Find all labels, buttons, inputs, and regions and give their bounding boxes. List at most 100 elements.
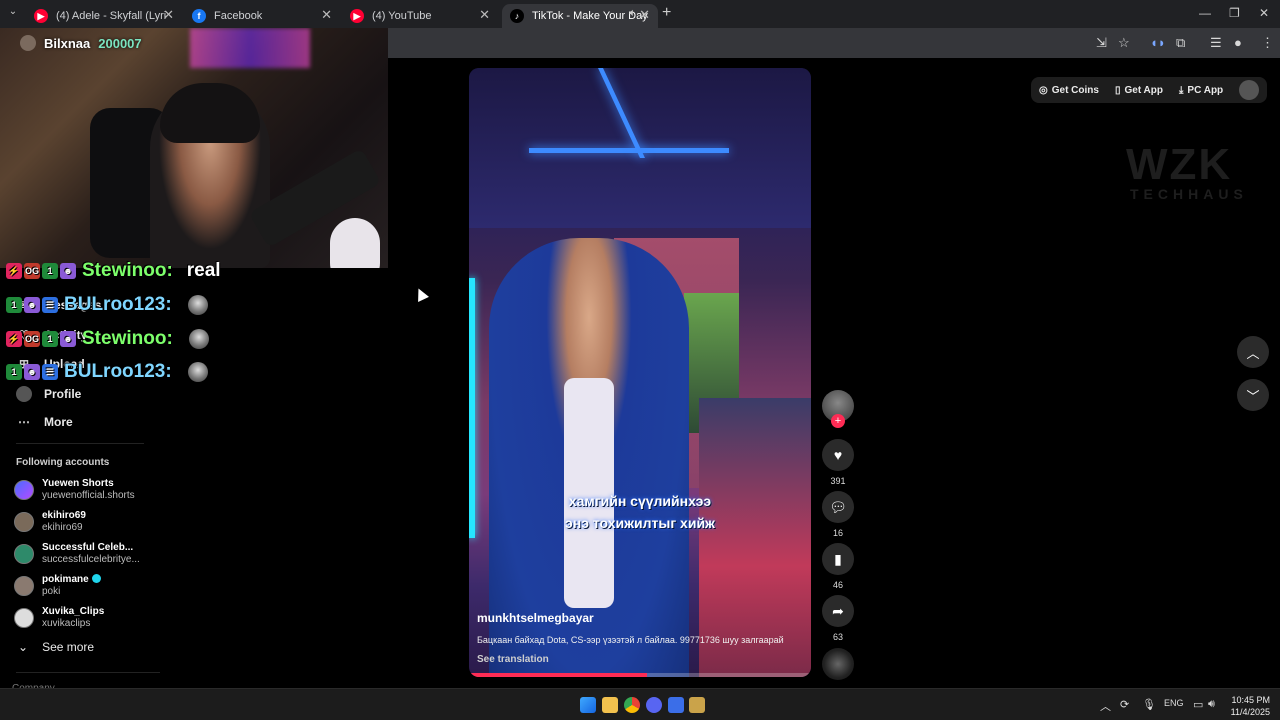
menu-dots-icon[interactable]: ⋮	[1261, 35, 1274, 51]
new-tab-icon[interactable]: +	[662, 4, 671, 22]
file-explorer-icon[interactable]	[602, 697, 618, 713]
badge-icon: ☻	[60, 263, 76, 279]
badge-icon: OG	[24, 331, 40, 347]
extensions-icon[interactable]: ⧉	[1176, 35, 1185, 51]
close-tab-icon[interactable]: ✕	[639, 7, 650, 23]
share-button[interactable]: ➦	[822, 595, 854, 627]
tab-adele[interactable]: ▶ (4) Adele - Skyfall (Lyrics) - YouT ✕	[26, 4, 182, 28]
sync-icon[interactable]: ⟳	[1120, 698, 1129, 711]
video-author[interactable]: munkhtselmegbayar	[477, 611, 594, 625]
avatar	[14, 480, 34, 500]
pc-app-label: PC App	[1187, 84, 1224, 96]
video-player[interactable]: хамгийн сүүлийнхээ энэ тохижилтыг хийж m…	[469, 68, 811, 677]
next-video-button[interactable]: ﹀	[1237, 379, 1269, 411]
account-handle: yuewenofficial.shorts	[42, 490, 135, 501]
sidebar-item-profile[interactable]: Profile	[16, 386, 81, 402]
clock-time: 10:45 PM	[1231, 695, 1270, 705]
pc-app-button[interactable]: ⤓ PC App	[1171, 85, 1231, 96]
sidebar-item-label: Profile	[44, 387, 82, 401]
emote-icon	[187, 295, 208, 315]
tab-tiktok[interactable]: ♪ TikTok - Make Your Day 🔈︎ ✕	[502, 4, 658, 28]
network-icon[interactable]: ▭	[1193, 698, 1203, 711]
tab-youtube[interactable]: ▶ (4) YouTube ✕	[342, 4, 498, 28]
app-icon[interactable]	[668, 697, 684, 713]
profile-icon	[16, 386, 32, 402]
reading-list-icon[interactable]: ☰	[1210, 35, 1222, 51]
following-account[interactable]: Xuvika_Clips xuvikaclips	[14, 606, 104, 630]
stream-webcam-overlay	[0, 28, 388, 268]
close-tab-icon[interactable]: ✕	[163, 7, 174, 23]
system-clock[interactable]: 10:45 PM 11/4/2025	[1222, 694, 1270, 718]
previous-video-button[interactable]: ︿	[1237, 336, 1269, 368]
start-icon[interactable]	[580, 697, 596, 713]
music-disc-icon[interactable]	[822, 648, 854, 680]
restore-icon[interactable]: ❐	[1229, 6, 1240, 20]
sidebar-item-more[interactable]: ⋯ More	[16, 415, 73, 429]
get-coins-label: Get Coins	[1051, 84, 1099, 96]
following-accounts-title: Following accounts	[16, 457, 110, 468]
bookmark-icon: ▮	[834, 550, 842, 567]
follow-plus-icon[interactable]: +	[831, 414, 845, 428]
badge-icon: OG	[24, 263, 40, 279]
windows-taskbar: ︿ ⟳ 🎙︎ ENG ▭ 🔊︎ 10:45 PM 11/4/2025	[0, 688, 1280, 720]
verified-badge-icon	[91, 574, 101, 583]
following-account[interactable]: Successful Celeb... successfulcelebritye.…	[14, 542, 140, 566]
tab-search-icon[interactable]: ⌄	[4, 6, 22, 22]
close-tab-icon[interactable]: ✕	[321, 7, 332, 23]
browser-tab-strip: ⌄ ▶ (4) Adele - Skyfall (Lyrics) - YouT …	[0, 0, 1280, 28]
download-icon: ⤓	[1179, 84, 1184, 96]
save-count: 46	[832, 580, 843, 590]
chat-message: 1 ☻ ☰ BULroo123:	[6, 294, 208, 316]
account-handle: xuvikaclips	[42, 618, 91, 629]
following-account[interactable]: pokimane poki	[14, 574, 101, 598]
close-window-icon[interactable]: ✕	[1259, 6, 1269, 20]
see-more-button[interactable]: ⌄ See more	[18, 640, 94, 654]
discord-icon[interactable]	[646, 697, 662, 713]
bookmark-star-icon[interactable]: ☆	[1118, 35, 1130, 51]
account-name: Xuvika_Clips	[42, 606, 105, 617]
account-handle: poki	[42, 586, 61, 597]
account-name: Yuewen Shorts	[42, 478, 114, 489]
video-description: Бацкаан байхад Dota, CS-ээр үзээтэй л ба…	[477, 635, 784, 645]
see-translation-link[interactable]: See translation	[477, 654, 549, 665]
install-app-icon[interactable]: ⇲	[1096, 35, 1107, 51]
like-button[interactable]: ♥	[822, 439, 854, 471]
tiktok-top-bar: ◎ Get Coins ▯ Get App ⤓ PC App	[1031, 77, 1267, 103]
avatar	[14, 608, 34, 628]
video-caption: хамгийн сүүлийнхээ	[568, 493, 712, 509]
chat-username: Stewinoo:	[82, 260, 173, 281]
comment-button[interactable]: 💬︎	[822, 491, 854, 523]
chat-username: BULroo123:	[64, 294, 172, 315]
account-name: Successful Celeb...	[42, 542, 134, 553]
get-app-button[interactable]: ▯ Get App	[1107, 85, 1171, 96]
profile-avatar-icon[interactable]: ●	[1234, 35, 1242, 50]
youtube-icon: ▶	[34, 9, 48, 23]
tab-title: (4) YouTube	[372, 10, 432, 22]
minimize-icon[interactable]: —	[1199, 6, 1211, 20]
account-name: ekihiro69	[42, 510, 86, 521]
microphone-icon[interactable]: 🎙︎	[1142, 698, 1156, 711]
chat-username: Stewinoo:	[82, 328, 173, 349]
share-count: 63	[832, 632, 843, 642]
speaker-icon[interactable]: 🔈︎	[629, 7, 636, 20]
chat-message: 1 ☻ ☰ BULroo123:	[6, 361, 208, 383]
media-icon[interactable]: ◖◗	[1150, 35, 1166, 50]
tab-title: (4) Adele - Skyfall (Lyrics) - YouT	[56, 10, 166, 22]
watermark-subtitle: TECHHAUS	[1130, 186, 1248, 202]
volume-icon[interactable]: 🔊︎	[1208, 698, 1215, 711]
get-coins-button[interactable]: ◎ Get Coins	[1031, 85, 1107, 96]
badge-icon: ☻	[60, 331, 76, 347]
close-tab-icon[interactable]: ✕	[479, 7, 490, 23]
tray-overflow-icon[interactable]: ︿	[1100, 698, 1111, 714]
video-progress-bar[interactable]	[469, 673, 811, 677]
chrome-icon[interactable]	[624, 697, 640, 713]
tab-facebook[interactable]: f Facebook ✕	[184, 4, 340, 28]
app-icon[interactable]	[689, 697, 705, 713]
following-account[interactable]: Yuewen Shorts yuewenofficial.shorts	[14, 478, 135, 502]
emote-icon	[187, 362, 208, 382]
profile-avatar[interactable]	[1239, 80, 1260, 100]
heart-icon: ♥	[833, 447, 843, 463]
save-button[interactable]: ▮	[822, 543, 854, 575]
following-account[interactable]: ekihiro69 ekihiro69	[14, 510, 86, 534]
language-indicator[interactable]: ENG	[1164, 698, 1184, 708]
